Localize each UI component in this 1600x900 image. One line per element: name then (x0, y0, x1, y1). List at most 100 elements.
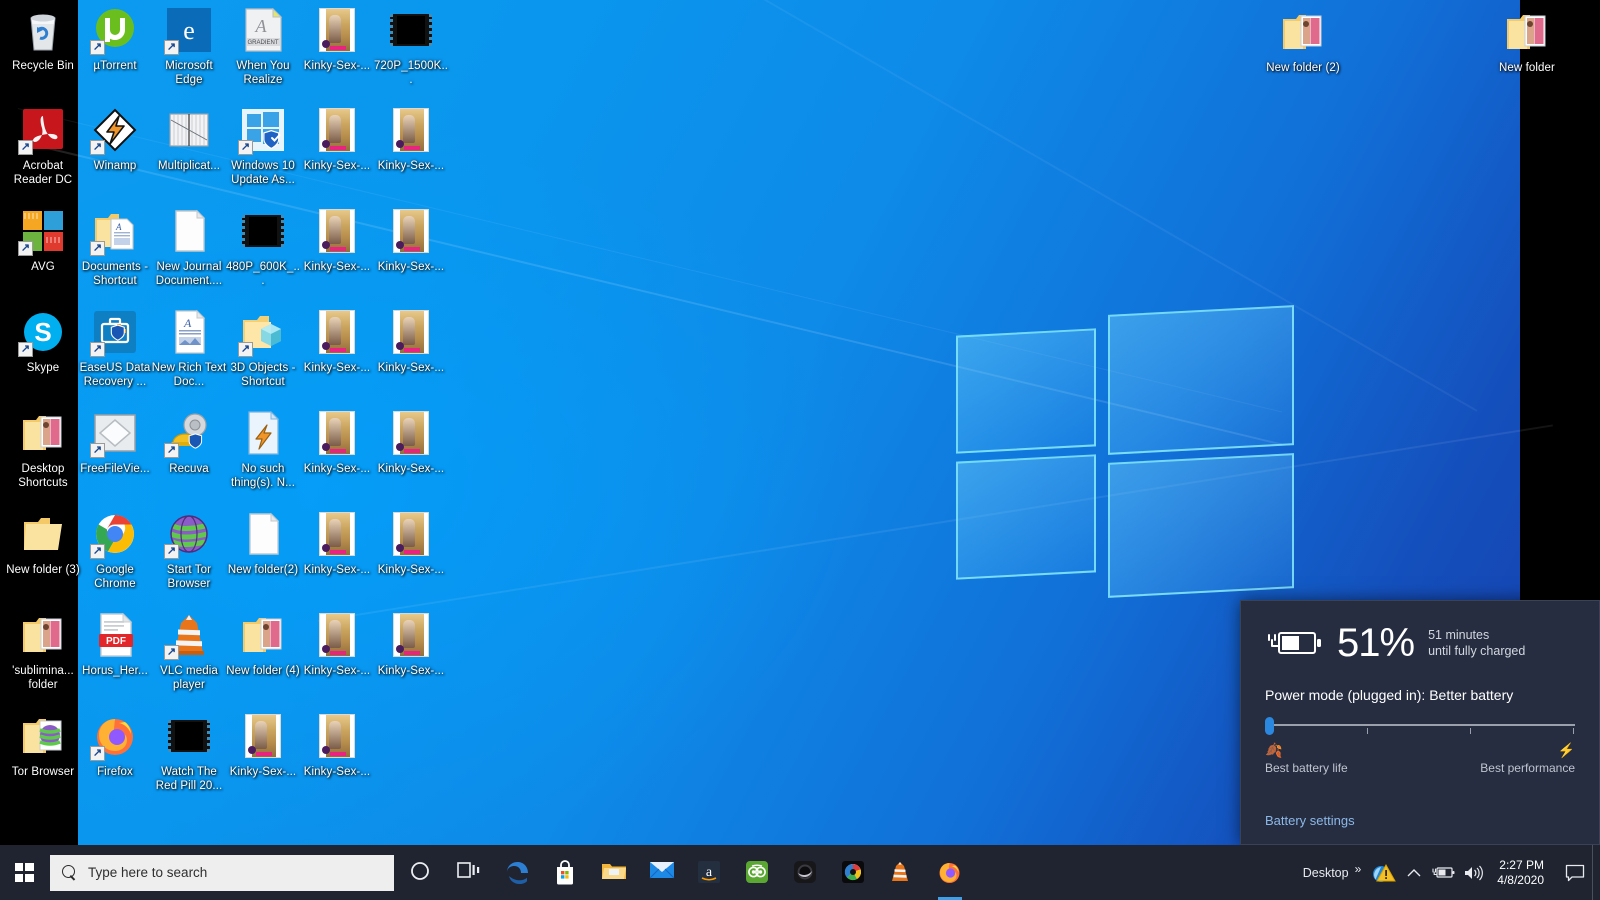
desktop-icon[interactable]: Kinky-Sex-... (374, 510, 448, 577)
desktop-icon[interactable]: A Documents - Shortcut (78, 207, 152, 288)
desktop-icon[interactable]: New folder(2) (226, 510, 300, 577)
desktop-icon[interactable]: Google Chrome (78, 510, 152, 591)
taskbar-button-mail[interactable] (638, 845, 686, 900)
photo-thumbnail (393, 411, 429, 455)
desktop-icon[interactable]: New folder (4) (226, 611, 300, 678)
show-desktop-button[interactable] (1592, 845, 1600, 900)
photo-icon (387, 308, 435, 356)
tray-overflow-chevron[interactable]: » (1353, 862, 1370, 884)
search-placeholder: Type here to search (88, 865, 208, 880)
clock[interactable]: 2:27 PM 4/8/2020 (1489, 858, 1558, 888)
desktop-icon-label: Tor Browser (11, 766, 75, 778)
desktop-icon[interactable]: 480P_600K_... (226, 207, 300, 288)
desktop-icon[interactable]: Desktop Shortcuts (6, 409, 80, 490)
taskbar-button-cortana[interactable] (398, 845, 446, 900)
wallpaper-streak (318, 424, 1553, 622)
taskbar-button-firefox[interactable] (926, 845, 974, 900)
desktop-icon[interactable]: A New Rich Text Doc... (152, 308, 226, 389)
desktop-icon[interactable]: Kinky-Sex-... (300, 611, 374, 678)
desktop-icon[interactable]: Recycle Bin (6, 6, 80, 73)
battery-icon[interactable] (1429, 845, 1459, 900)
desktop-icon[interactable]: Acrobat Reader DC (6, 106, 80, 187)
desktop-icon[interactable]: 'sublimina... folder (6, 611, 80, 692)
shortcut-arrow-icon (164, 40, 179, 55)
taskbar-button-microsoft-store[interactable] (542, 845, 590, 900)
lightning-icon: ⚡ (1557, 742, 1575, 758)
search-input[interactable]: Type here to search (50, 854, 394, 891)
desktop-icon[interactable]: Kinky-Sex-... (300, 6, 374, 73)
tor-globe-icon (164, 510, 213, 559)
desktop-icon[interactable]: PDF Horus_Her... (78, 611, 152, 678)
desktop-icon[interactable]: New folder (3) (6, 510, 80, 577)
desktop-icon[interactable]: EaseUS Data Recovery ... (78, 308, 152, 389)
desktop-icon[interactable]: Multiplicat... (152, 106, 226, 173)
desktop-icon[interactable]: New Journal Document.... (152, 207, 226, 288)
desktop-icon[interactable]: AVG (6, 207, 80, 274)
desktop-icon[interactable]: Watch The Red Pill 20... (152, 712, 226, 793)
action-center-icon[interactable] (1558, 845, 1592, 900)
desktop-icon[interactable]: Kinky-Sex-... (374, 611, 448, 678)
taskbar-button-file-explorer[interactable] (590, 845, 638, 900)
desktop-icon[interactable]: No such thing(s). N... (226, 409, 300, 490)
system-tray: Desktop » 2:27 PM 4/8/2020 (1293, 845, 1600, 900)
desktop-icon[interactable]: Kinky-Sex-... (300, 712, 374, 779)
desktop-icon-label: Watch The Red Pill 20... (155, 766, 223, 792)
desktop-icon[interactable]: Kinky-Sex-... (374, 409, 448, 476)
desktop-icon[interactable]: Firefox (78, 712, 152, 779)
desktop-icon[interactable]: Windows 10 Update As... (226, 106, 300, 187)
desktop-icon-label: Skype (26, 362, 60, 374)
desktop-icon[interactable]: e Microsoft Edge (152, 6, 226, 87)
desktop-icon[interactable]: Kinky-Sex-... (300, 308, 374, 375)
taskbar-button-edge[interactable] (494, 845, 542, 900)
skype-icon: S (18, 308, 67, 357)
desktop-peek-label[interactable]: Desktop (1293, 866, 1353, 880)
desktop-icon[interactable]: New folder (2) (1266, 8, 1340, 75)
desktop-icon[interactable]: Start Tor Browser (152, 510, 226, 591)
folder-photo-icon (1279, 8, 1327, 56)
shortcut-arrow-icon (90, 342, 105, 357)
desktop-icon[interactable]: µTorrent (78, 6, 152, 73)
desktop-icon[interactable]: S Skype (6, 308, 80, 375)
taskbar-button-photo-editor[interactable] (830, 845, 878, 900)
taskbar-button-task-view[interactable] (446, 845, 494, 900)
desktop-icon[interactable]: 720P_1500K... (374, 6, 448, 87)
start-button[interactable] (0, 845, 48, 900)
desktop-icon[interactable]: New folder (1490, 8, 1564, 75)
desktop-icon[interactable]: Winamp (78, 106, 152, 173)
slider-thumb[interactable] (1265, 717, 1274, 735)
desktop-icon[interactable]: Kinky-Sex-... (300, 409, 374, 476)
desktop-icon[interactable]: Kinky-Sex-... (300, 510, 374, 577)
desktop-icon[interactable]: Kinky-Sex-... (300, 207, 374, 274)
windows-hero-logo (956, 305, 1294, 598)
recycle-bin-icon (19, 6, 67, 54)
taskbar-button-tripadvisor[interactable] (734, 845, 782, 900)
desktop-icon[interactable]: Kinky-Sex-... (374, 308, 448, 375)
slider-endpoints: 🍂 Best battery life ⚡ Best performance (1265, 742, 1575, 776)
desktop-icon[interactable]: A GRADIENT When You Realize (226, 6, 300, 87)
desktop-icon[interactable]: Recuva (152, 409, 226, 476)
desktop-icon[interactable]: Kinky-Sex-... (300, 106, 374, 173)
power-mode-slider[interactable] (1265, 717, 1575, 736)
desktop-icon[interactable]: Kinky-Sex-... (226, 712, 300, 779)
desktop-icon[interactable]: Kinky-Sex-... (374, 207, 448, 274)
freefileviewer-icon (90, 409, 139, 458)
shortcut-arrow-icon (18, 342, 33, 357)
desktop-icon[interactable]: VLC media player (152, 611, 226, 692)
desktop-icon[interactable]: Kinky-Sex-... (374, 106, 448, 173)
svg-text:A: A (183, 316, 192, 330)
photo-thumbnail (319, 209, 355, 253)
battery-settings-link[interactable]: Battery settings (1265, 813, 1355, 828)
taskbar-button-camera-app[interactable] (782, 845, 830, 900)
taskbar-button-amazon[interactable]: a (686, 845, 734, 900)
taskbar-button-vlc[interactable] (878, 845, 926, 900)
shortcut-arrow-icon (90, 746, 105, 761)
desktop-icon[interactable]: FreeFileVie... (78, 409, 152, 476)
volume-icon[interactable] (1459, 845, 1489, 900)
desktop-icon[interactable]: Tor Browser (6, 712, 80, 779)
chevron-up-icon[interactable] (1399, 845, 1429, 900)
battery-time-remaining: 51 minutes until fully charged (1428, 627, 1525, 659)
warning-icon[interactable] (1369, 845, 1399, 900)
shortcut-arrow-icon (164, 645, 179, 660)
battery-flyout[interactable]: 51% 51 minutes until fully charged Power… (1240, 600, 1600, 845)
desktop-icon[interactable]: 3D Objects - Shortcut (226, 308, 300, 389)
